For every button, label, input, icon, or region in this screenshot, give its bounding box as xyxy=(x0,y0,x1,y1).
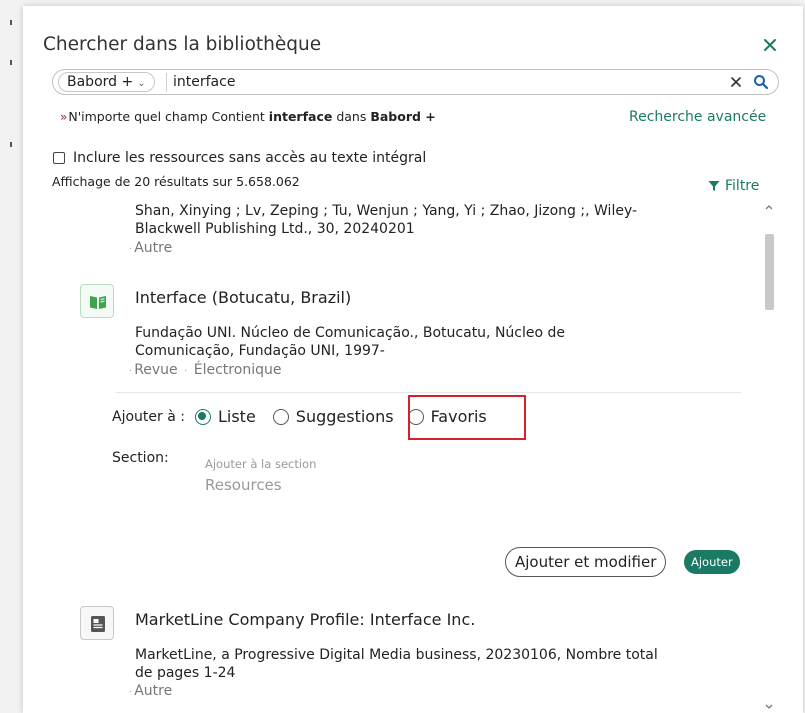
chevron-down-icon: ⌄ xyxy=(137,78,146,89)
filter-button[interactable]: Filtre xyxy=(708,178,759,194)
result-type-format: · Revue · Électronique xyxy=(129,362,282,378)
result-list: Shan, Xinying ; Lv, Zeping ; Tu, Wenjun … xyxy=(23,194,803,713)
advanced-search-link[interactable]: Recherche avancée xyxy=(629,109,766,125)
background-edge xyxy=(0,0,14,713)
double-arrow-icon: » xyxy=(60,110,68,124)
include-no-fulltext-label: Inclure les ressources sans accès au tex… xyxy=(73,150,427,166)
filter-icon xyxy=(708,181,720,191)
filter-label: Filtre xyxy=(725,178,760,194)
radio-suggestions-label: Suggestions xyxy=(295,407,394,426)
section-label: Section: xyxy=(112,450,169,466)
chevron-up-icon[interactable] xyxy=(763,202,775,212)
dialog-title: Chercher dans la bibliothèque xyxy=(43,34,322,55)
edge-mark xyxy=(10,142,12,147)
results-count: Affichage de 20 résultats sur 5.658.062 xyxy=(52,174,300,189)
result-authors-line: Shan, Xinying ; Lv, Zeping ; Tu, Wenjun … xyxy=(135,203,638,219)
add-and-edit-button[interactable]: Ajouter et modifier xyxy=(505,547,667,577)
include-no-fulltext-row: Inclure les ressources sans accès au tex… xyxy=(53,150,426,166)
radio-suggestions[interactable] xyxy=(272,408,289,425)
result-publisher-line: Fundação UNI. Núcleo de Comunicação., Bo… xyxy=(135,325,566,341)
radio-liste-label: Liste xyxy=(217,407,256,426)
option-suggestions[interactable]: Suggestions xyxy=(272,407,394,426)
scrollbar-thumb[interactable] xyxy=(765,234,774,310)
query-connector: dans xyxy=(336,109,367,124)
result-title[interactable]: Interface (Botucatu, Brazil) xyxy=(135,288,351,307)
result-type: · Autre xyxy=(129,683,173,699)
add-to-label: Ajouter à : xyxy=(112,408,185,425)
search-icon[interactable] xyxy=(753,74,769,90)
query-scope: Babord + xyxy=(370,109,436,124)
clear-icon[interactable] xyxy=(729,75,743,89)
result-publisher-line: MarketLine, a Progressive Digital Media … xyxy=(135,647,658,663)
journal-icon xyxy=(80,284,114,318)
search-library-dialog: Chercher dans la bibliothèque Babord + ⌄ … xyxy=(23,6,803,713)
result-format: Électronique xyxy=(193,362,282,378)
include-no-fulltext-checkbox[interactable] xyxy=(53,152,65,164)
result-title[interactable]: MarketLine Company Profile: Interface In… xyxy=(135,610,475,629)
search-bar: Babord + ⌄ xyxy=(52,69,779,95)
option-liste[interactable]: Liste xyxy=(194,407,256,426)
edge-mark xyxy=(10,20,12,25)
query-prefix: N'importe quel champ Contient xyxy=(68,109,265,124)
result-publisher-line: Comunicação, Fundação UNI, 1997- xyxy=(135,343,385,359)
query-summary: »N'importe quel champ Contient interface… xyxy=(60,109,436,124)
open-book-icon xyxy=(90,296,106,309)
search-divider xyxy=(166,73,167,92)
result-publisher-line: de pages 1-24 xyxy=(135,665,236,681)
result-type: · Autre xyxy=(129,240,173,256)
search-input[interactable] xyxy=(173,72,713,92)
radio-liste[interactable] xyxy=(194,408,211,425)
result-authors-line: Blackwell Publishing Ltd., 30, 20240201 xyxy=(135,221,415,237)
radio-favoris-label: Favoris xyxy=(430,407,487,426)
add-to-options: Ajouter à : Liste Suggestions Favoris xyxy=(112,407,487,426)
page-icon xyxy=(91,616,105,632)
divider xyxy=(116,392,741,393)
add-button[interactable]: Ajouter xyxy=(684,550,740,574)
result-type: Revue xyxy=(134,362,178,378)
section-placeholder: Ajouter à la section xyxy=(205,457,317,471)
radio-favoris[interactable] xyxy=(407,408,424,425)
scope-dropdown[interactable]: Babord + ⌄ xyxy=(58,72,155,92)
scope-label: Babord + xyxy=(67,74,134,90)
document-icon xyxy=(80,606,114,640)
close-icon[interactable] xyxy=(761,36,779,54)
edge-mark xyxy=(10,60,12,65)
option-favoris[interactable]: Favoris xyxy=(407,407,487,426)
query-term: interface xyxy=(268,109,333,124)
section-select[interactable]: Resources xyxy=(205,476,282,494)
chevron-down-icon[interactable] xyxy=(763,702,775,712)
results-scrollbar[interactable] xyxy=(763,202,775,713)
